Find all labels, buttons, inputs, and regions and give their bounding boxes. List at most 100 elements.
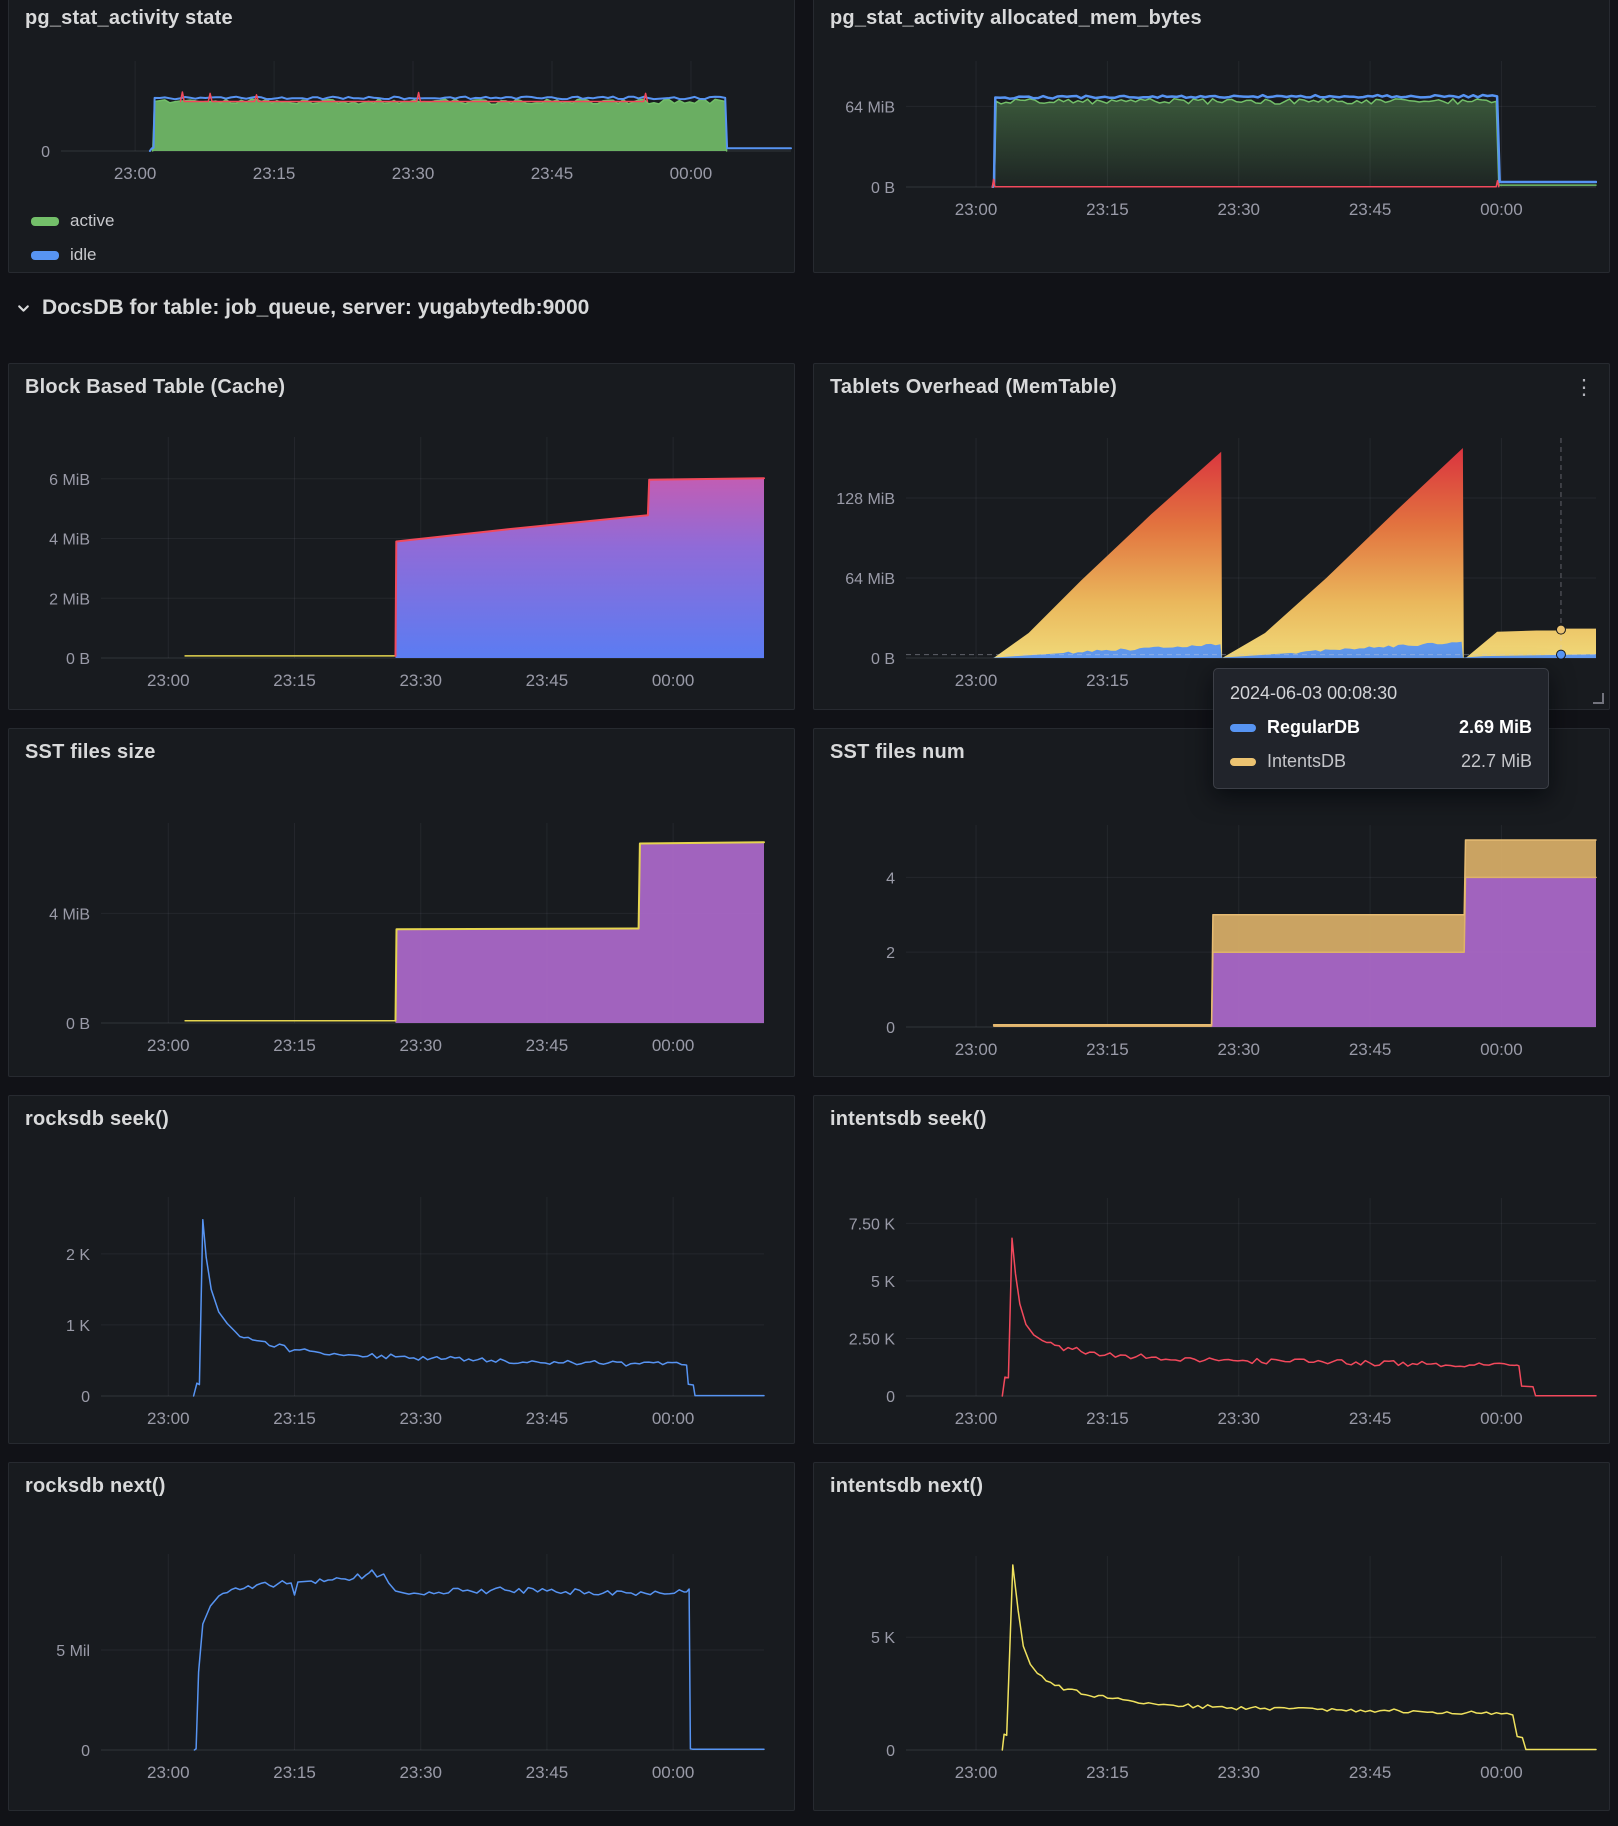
panel-intentsdb-seek: intentsdb seek() 23:00 23:15 23:30 23:45 00:…	[813, 1095, 1610, 1444]
series-swatch	[1230, 723, 1256, 732]
svg-text:23:15: 23:15	[273, 671, 316, 690]
svg-text:23:30: 23:30	[392, 164, 435, 183]
tooltip-row-intentsdb: IntentsDB 22.7 MiB	[1230, 751, 1532, 772]
svg-text:0: 0	[81, 1389, 90, 1406]
pg-state-chart[interactable]: 23:00 23:15 23:30 23:45 00:00 0	[41, 61, 792, 183]
panel-pg-stat-activity-mem: pg_stat_activity allocated_mem_bytes 23:…	[813, 0, 1610, 273]
kebab-menu-icon[interactable]: ⋮	[1569, 372, 1599, 402]
svg-text:23:15: 23:15	[273, 1036, 316, 1055]
tooltip-row-regulardb: RegularDB 2.69 MiB	[1230, 717, 1532, 738]
svg-text:23:15: 23:15	[273, 1763, 316, 1782]
svg-text:0: 0	[886, 1389, 895, 1406]
svg-text:00:00: 00:00	[1480, 1763, 1523, 1782]
legend-label: idle	[70, 245, 97, 264]
pg-mem-chart[interactable]: 23:00 23:15 23:30 23:45 00:00 0 B 64 MiB	[845, 61, 1597, 219]
svg-text:23:00: 23:00	[147, 671, 190, 690]
legend-label: active	[70, 211, 115, 230]
tooltip-series-label: RegularDB	[1267, 717, 1361, 737]
svg-text:23:00: 23:00	[955, 671, 998, 690]
sst-size-chart[interactable]: 23:00 23:15 23:30 23:45 00:00 0 B 4 MiB	[49, 823, 765, 1055]
svg-text:0: 0	[41, 144, 50, 161]
svg-text:0 B: 0 B	[871, 651, 895, 668]
rocksdb-seek-chart[interactable]: 23:00 23:15 23:30 23:45 00:00 0 1 K 2 K	[66, 1197, 765, 1428]
panel-sst-files-size: SST files size 23:00 23:15 23:30 23:45 00:00…	[8, 728, 795, 1077]
svg-text:00:00: 00:00	[652, 1036, 695, 1055]
svg-text:23:45: 23:45	[526, 671, 569, 690]
panel-title: Block Based Table (Cache)	[25, 376, 286, 398]
svg-text:23:45: 23:45	[1349, 1040, 1392, 1059]
svg-text:2 K: 2 K	[66, 1247, 90, 1264]
svg-text:23:45: 23:45	[1349, 200, 1392, 219]
series-swatch	[31, 250, 59, 260]
chart-tooltip: 2024-06-03 00:08:30 RegularDB 2.69 MiB I…	[1213, 668, 1549, 789]
panel-resize-handle[interactable]	[1593, 693, 1604, 704]
svg-text:0: 0	[886, 1020, 895, 1037]
svg-text:00:00: 00:00	[652, 1763, 695, 1782]
svg-text:00:00: 00:00	[1480, 1040, 1523, 1059]
svg-text:7.50 K: 7.50 K	[849, 1216, 896, 1233]
svg-text:23:45: 23:45	[1349, 1409, 1392, 1428]
tooltip-timestamp: 2024-06-03 00:08:30	[1230, 683, 1398, 703]
rocksdb-next-chart[interactable]: 23:00 23:15 23:30 23:45 00:00 0 5 Mil	[56, 1554, 765, 1782]
panel-title: pg_stat_activity allocated_mem_bytes	[830, 7, 1202, 29]
svg-text:23:00: 23:00	[955, 1040, 998, 1059]
svg-text:64 MiB: 64 MiB	[845, 99, 895, 116]
svg-text:0 B: 0 B	[871, 180, 895, 197]
svg-text:4: 4	[886, 870, 895, 887]
svg-text:64 MiB: 64 MiB	[845, 571, 895, 588]
panel-title: rocksdb seek()	[25, 1108, 169, 1130]
svg-text:23:45: 23:45	[526, 1409, 569, 1428]
row-header-label: DocsDB for table: job_queue, server: yug…	[42, 296, 590, 319]
svg-text:23:15: 23:15	[1086, 200, 1129, 219]
panel-intentsdb-next: intentsdb next() 23:00 23:15 23:30 23:45 00:…	[813, 1462, 1610, 1811]
panel-title: SST files num	[830, 741, 965, 763]
legend: active idle	[31, 204, 114, 272]
panel-rocksdb-seek: rocksdb seek() 23:00 23:15 23:30 23:45 00:00…	[8, 1095, 795, 1444]
panel-title: rocksdb next()	[25, 1475, 166, 1497]
svg-text:23:00: 23:00	[147, 1409, 190, 1428]
block-cache-chart[interactable]: 23:00 23:15 23:30 23:45 00:00 0 B 2 MiB 4 MiB 6 …	[49, 437, 765, 690]
tooltip-series-value: 22.7 MiB	[1460, 751, 1532, 771]
panel-title: Tablets Overhead (MemTable)	[830, 376, 1117, 398]
panel-block-based-table-cache: Block Based Table (Cache) 23:00 23:15 23:3…	[8, 363, 795, 710]
svg-text:00:00: 00:00	[652, 1409, 695, 1428]
svg-text:0 B: 0 B	[66, 1016, 90, 1033]
svg-text:23:30: 23:30	[1217, 1409, 1260, 1428]
intentsdb-next-chart[interactable]: 23:00 23:15 23:30 23:45 00:00 0 5 K	[871, 1556, 1597, 1782]
legend-item-active[interactable]: active	[31, 204, 114, 238]
svg-text:23:00: 23:00	[955, 1763, 998, 1782]
svg-text:2: 2	[886, 945, 895, 962]
svg-text:23:45: 23:45	[531, 164, 574, 183]
svg-text:00:00: 00:00	[652, 671, 695, 690]
svg-text:23:30: 23:30	[399, 1409, 442, 1428]
svg-text:0 B: 0 B	[66, 651, 90, 668]
panel-title: SST files size	[25, 741, 156, 763]
chevron-down-icon	[16, 301, 31, 316]
svg-text:23:30: 23:30	[399, 1036, 442, 1055]
panel-tablets-overhead-memtable: Tablets Overhead (MemTable) ⋮ 23:00 23:15…	[813, 363, 1610, 710]
svg-text:5 K: 5 K	[871, 1274, 895, 1291]
svg-text:23:15: 23:15	[273, 1409, 316, 1428]
sst-num-chart[interactable]: 23:00 23:15 23:30 23:45 00:00 0 2 4	[886, 825, 1597, 1059]
svg-text:23:00: 23:00	[147, 1763, 190, 1782]
panel-title: pg_stat_activity state	[25, 7, 233, 29]
svg-text:23:00: 23:00	[955, 1409, 998, 1428]
svg-text:23:30: 23:30	[1217, 1040, 1260, 1059]
svg-text:23:15: 23:15	[1086, 671, 1129, 690]
svg-text:23:00: 23:00	[955, 200, 998, 219]
tooltip-series-value: 2.69 MiB	[1458, 717, 1532, 737]
series-swatch	[1230, 757, 1256, 766]
svg-text:00:00: 00:00	[1480, 1409, 1523, 1428]
tooltip-series-label: IntentsDB	[1267, 751, 1347, 771]
row-header-docsdb[interactable]: DocsDB for table: job_queue, server: yug…	[16, 286, 589, 330]
svg-text:5 Mil: 5 Mil	[56, 1643, 90, 1660]
legend-item-idle[interactable]: idle	[31, 238, 114, 272]
svg-text:23:30: 23:30	[399, 671, 442, 690]
svg-text:00:00: 00:00	[670, 164, 713, 183]
svg-text:23:00: 23:00	[147, 1036, 190, 1055]
tablets-chart[interactable]: 23:0023:1523:3023:4500:000 B64 MiB128 Mi…	[836, 438, 1596, 690]
panel-title: intentsdb next()	[830, 1475, 984, 1497]
svg-text:23:30: 23:30	[1217, 1763, 1260, 1782]
svg-text:23:45: 23:45	[526, 1036, 569, 1055]
intentsdb-seek-chart[interactable]: 23:00 23:15 23:30 23:45 00:00 0 2.50 K 5 K 7.50 …	[849, 1198, 1597, 1428]
